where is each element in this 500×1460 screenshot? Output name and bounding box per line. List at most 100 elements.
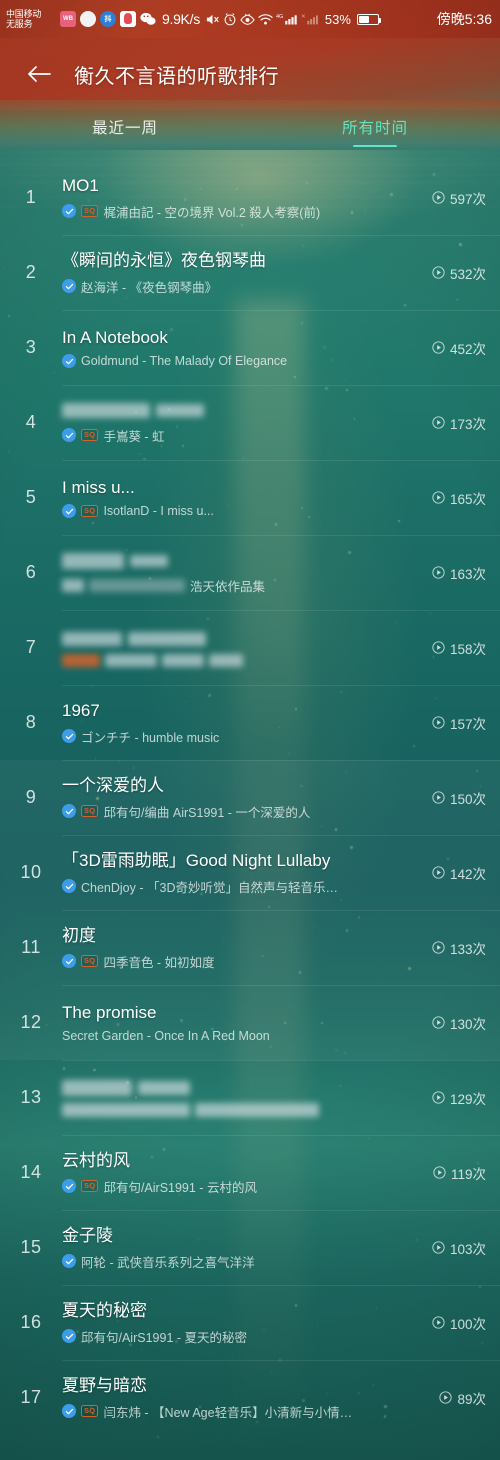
song-title: 云村的风 — [62, 1150, 130, 1170]
play-count: 103次 — [412, 1238, 486, 1258]
song-title: 一个深爱的人 — [62, 775, 164, 795]
play-count-icon — [432, 1241, 445, 1254]
song-subtitle: SQ 梶浦由記 - 空の境界 Vol.2 殺人考察(前) — [62, 202, 406, 221]
song-title: 金子陵 — [62, 1225, 113, 1245]
play-count-label: 163次 — [449, 566, 486, 582]
song-title — [62, 551, 406, 571]
row-separator — [62, 385, 500, 386]
song-artist: Secret Garden - Once In A Red Moon — [62, 1029, 270, 1043]
verified-badge-icon — [62, 1329, 76, 1343]
play-count: 119次 — [412, 1163, 486, 1183]
table-row[interactable]: 5 I miss u... SQ IsotlanD - I miss u... 165次 — [0, 460, 500, 535]
redacted-text — [156, 404, 204, 417]
play-count: 163次 — [412, 563, 486, 583]
play-count: 150次 — [412, 788, 486, 808]
song-artist: IsotlanD - I miss u... — [103, 504, 214, 518]
carrier-name: 中国移动 — [6, 9, 42, 19]
table-row[interactable]: 17 夏野与暗恋 SQ 闫东炜 - 【New Age轻音乐】小清新与小情… 89次 — [0, 1360, 500, 1435]
douyin-icon: 抖 — [100, 11, 116, 27]
song-subtitle: SQ 手嶌葵 - 虹 — [62, 426, 406, 445]
sq-quality-badge: SQ — [81, 1179, 99, 1193]
table-row[interactable]: 14 云村的风 SQ 邱有句/AirS1991 - 云村的风 119次 — [0, 1135, 500, 1210]
tab-recent-week[interactable]: 最近一周 — [0, 116, 250, 147]
play-count-icon — [432, 791, 445, 804]
play-count-label: 597次 — [449, 191, 486, 207]
table-row[interactable]: 15 金子陵 阿轮 - 武侠音乐系列之喜气洋洋 103次 — [0, 1210, 500, 1285]
play-count-icon — [432, 491, 445, 504]
tab-underline — [353, 144, 397, 147]
verified-badge-icon — [62, 1254, 76, 1268]
song-artist: Goldmund - The Malady Of Elegance — [81, 354, 288, 368]
song-ranking-list[interactable]: 1 MO1 SQ 梶浦由記 - 空の境界 Vol.2 殺人考察(前) 597次 2 《瞬间的… — [0, 158, 500, 1435]
play-count: 157次 — [412, 713, 486, 733]
table-row[interactable]: 10 「3D雷雨助眠」Good Night Lullaby ChenDjoy - 「… — [0, 835, 500, 910]
song-subtitle: SQ 邱有句/AirS1991 - 云村的风 — [62, 1177, 406, 1196]
play-count: 173次 — [412, 413, 486, 433]
play-count: 130次 — [412, 1013, 486, 1033]
song-info — [62, 1078, 412, 1117]
redacted-text — [162, 653, 204, 667]
song-title: The promise — [62, 1003, 157, 1022]
svg-text:✕: ✕ — [301, 14, 306, 20]
row-separator — [62, 460, 500, 461]
table-row[interactable]: 1 MO1 SQ 梶浦由記 - 空の境界 Vol.2 殺人考察(前) 597次 — [0, 160, 500, 235]
redacted-text — [128, 631, 206, 646]
play-count: 129次 — [412, 1088, 486, 1108]
play-count-icon — [432, 1016, 445, 1029]
table-row[interactable]: 11 初度 SQ 四季音色 - 如初如度 133次 — [0, 910, 500, 985]
song-info: 浩天依作品集 — [62, 551, 412, 595]
battery-icon — [356, 13, 382, 25]
play-count-icon — [432, 716, 445, 729]
play-count-icon — [433, 1166, 446, 1179]
song-info: The promise Secret Garden - Once In A Red… — [62, 1002, 412, 1043]
table-row[interactable]: 12 The promise Secret Garden - Once In A R… — [0, 985, 500, 1060]
play-count-icon — [439, 1391, 453, 1404]
table-row[interactable]: 6 浩天依作品集 163次 — [0, 535, 500, 610]
song-title: 初度 — [62, 925, 96, 945]
sq-quality-badge: SQ — [81, 804, 99, 818]
song-artist: 四季音色 - 如初如度 — [103, 955, 215, 970]
song-artist: 邱有句/编曲 AirS1991 - 一个深爱的人 — [103, 805, 311, 820]
notification-icons: WB 抖 — [60, 11, 156, 27]
song-subtitle — [62, 653, 406, 667]
verified-badge-icon — [62, 354, 76, 368]
song-rank: 13 — [20, 1087, 42, 1107]
table-row[interactable]: 9 一个深爱的人 SQ 邱有句/编曲 AirS1991 - 一个深爱的人 150次 — [0, 760, 500, 835]
play-count-icon — [432, 341, 445, 354]
song-subtitle: 邱有句/AirS1991 - 夏天的秘密 — [62, 1327, 406, 1346]
table-row[interactable]: 16 夏天的秘密 邱有句/AirS1991 - 夏天的秘密 100次 — [0, 1285, 500, 1360]
table-row[interactable]: 7 158次 — [0, 610, 500, 685]
row-separator — [62, 1210, 500, 1211]
song-rank: 4 — [25, 412, 37, 432]
play-count-label: 129次 — [449, 1091, 486, 1107]
back-arrow-icon[interactable] — [22, 57, 56, 91]
song-artist: 邱有句/AirS1991 - 云村的风 — [103, 1180, 257, 1195]
play-count-icon — [432, 1316, 445, 1329]
play-count-label: 103次 — [449, 1241, 486, 1257]
song-info: 夏天的秘密 邱有句/AirS1991 - 夏天的秘密 — [62, 1300, 412, 1346]
song-subtitle: Goldmund - The Malady Of Elegance — [62, 354, 406, 368]
song-title: MO1 — [62, 175, 99, 195]
signal-4g-icon: 4G — [276, 12, 298, 26]
table-row[interactable]: 13 129次 — [0, 1060, 500, 1135]
song-info: 初度 SQ 四季音色 - 如初如度 — [62, 925, 412, 971]
table-row[interactable]: 2 《瞬间的永恒》夜色钢琴曲 赵海洋 - 《夜色钢琴曲》 532次 — [0, 235, 500, 310]
app-bar: 衡久不言语的听歌排行 — [0, 38, 500, 110]
play-count-icon — [432, 866, 445, 879]
mute-icon — [205, 12, 220, 27]
table-row[interactable]: 3 In A Notebook Goldmund - The Malady Of E… — [0, 310, 500, 385]
tab-all-time[interactable]: 所有时间 — [250, 116, 500, 147]
table-row[interactable]: 4 SQ 手嶌葵 - 虹 173次 — [0, 385, 500, 460]
play-count: 142次 — [412, 863, 486, 883]
redacted-text — [62, 552, 124, 569]
play-count-label: 165次 — [449, 491, 486, 507]
song-artist: 闫东炜 - 【New Age轻音乐】小清新与小情… — [103, 1405, 353, 1420]
row-separator — [62, 760, 500, 761]
song-artist: ChenDjoy - 「3D奇妙听觉」自然声与轻音乐… — [81, 880, 338, 895]
row-separator — [62, 1360, 500, 1361]
song-rank: 8 — [25, 712, 37, 732]
play-count-icon — [432, 1091, 445, 1104]
table-row[interactable]: 8 1967 ゴンチチ - humble music 157次 — [0, 685, 500, 760]
status-bar: 中国移动 无服务 WB 抖 9.9K/s 4G ✕ 53% 傍晚5:36 — [0, 0, 500, 38]
redacted-text — [195, 1103, 319, 1117]
